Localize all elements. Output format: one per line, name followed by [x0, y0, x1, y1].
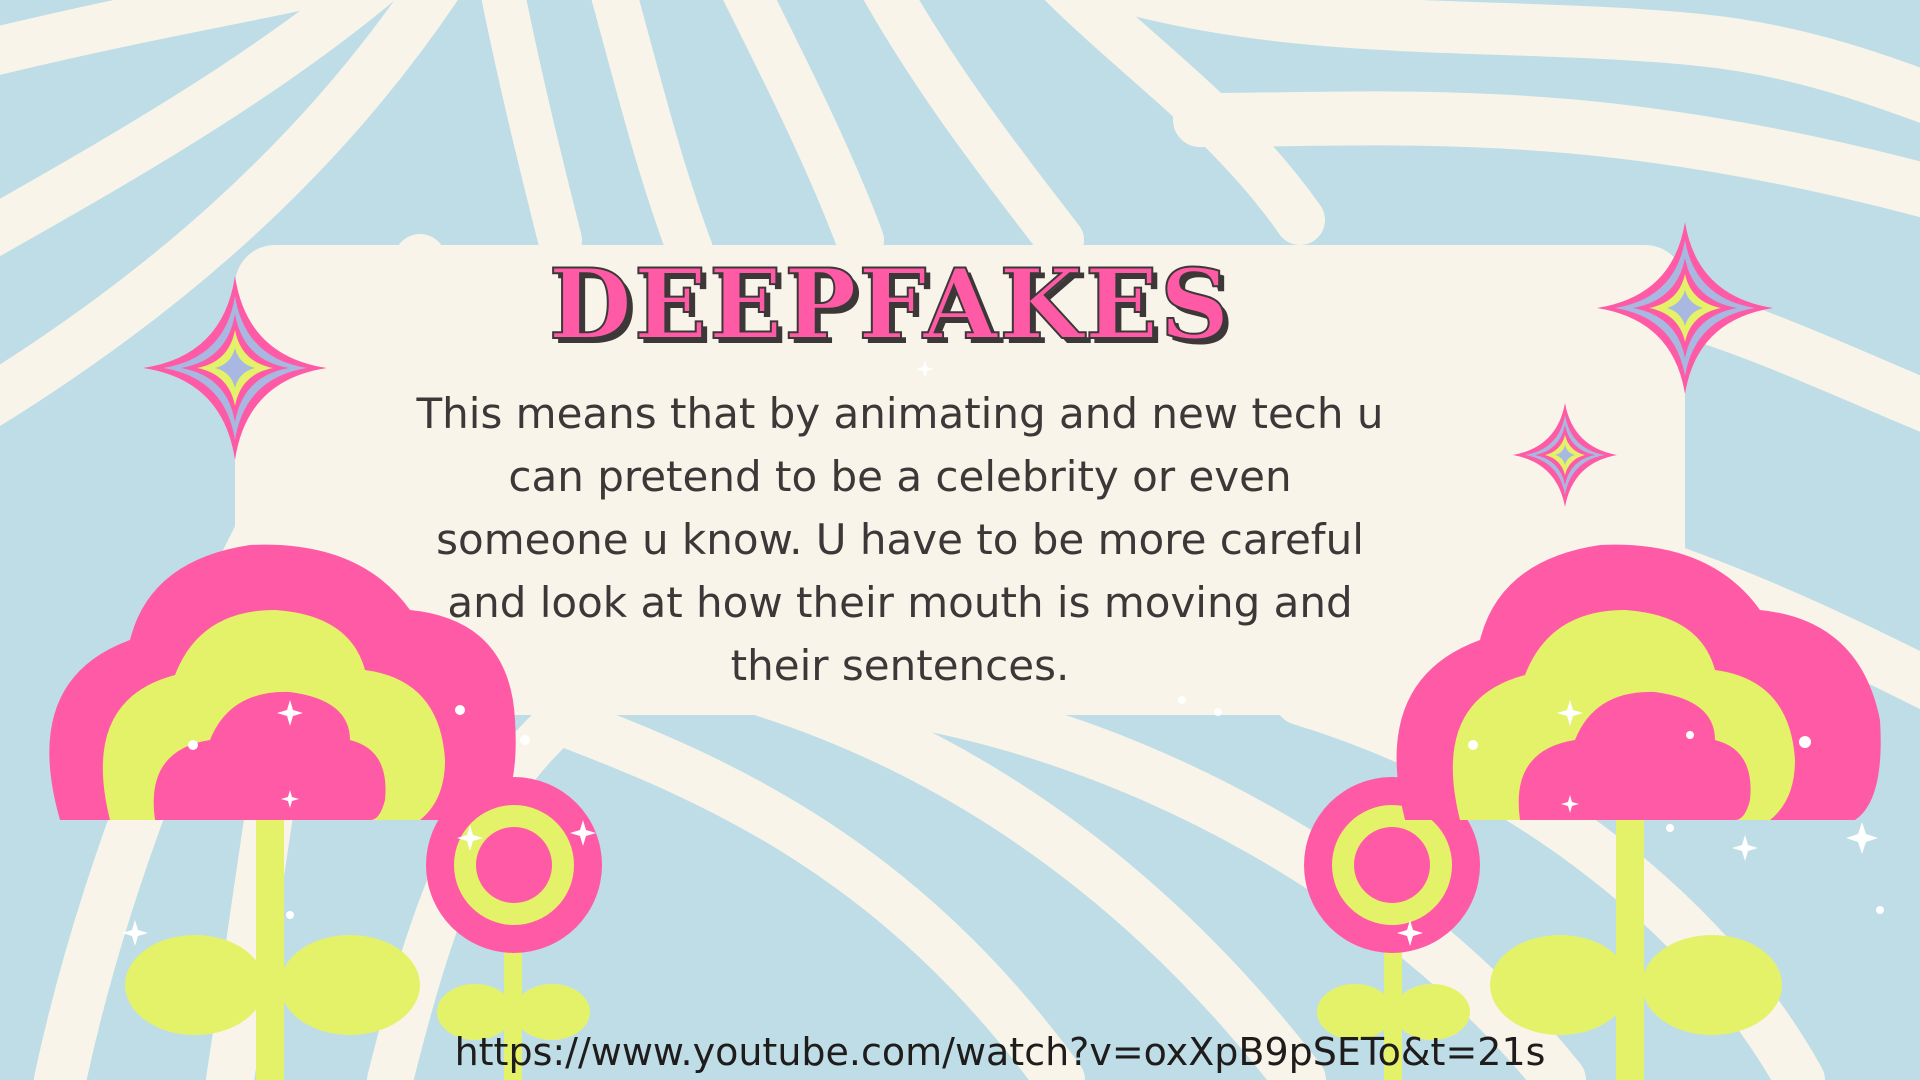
slide-body: This means that by animating and new tec…: [410, 382, 1390, 697]
source-url: https://www.youtube.com/watch?v=oxXpB9pS…: [454, 1030, 1546, 1074]
body-line: their sentences.: [730, 641, 1070, 690]
body-line: and look at how their mouth is moving an…: [447, 578, 1353, 627]
slide-canvas: DEEPFAKES This means that by animating a…: [0, 0, 1920, 1080]
body-line: can pretend to be a celebrity or even: [508, 452, 1292, 501]
slide-title: DEEPFAKES: [548, 247, 1232, 362]
body-line: someone u know. U have to be more carefu…: [436, 515, 1364, 564]
body-line: This means that by animating and new tec…: [416, 389, 1384, 438]
